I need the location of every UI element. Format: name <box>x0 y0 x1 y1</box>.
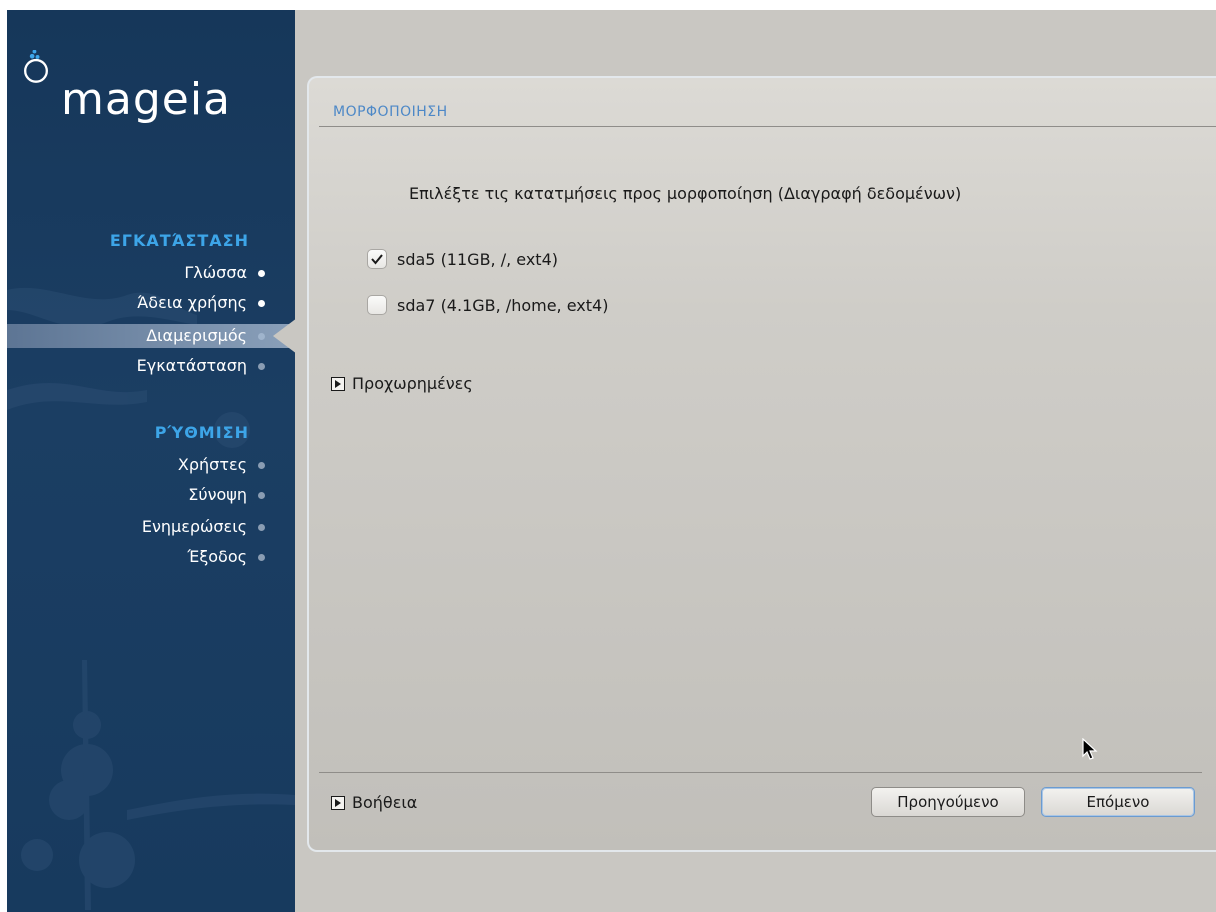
mageia-logo: mageia <box>19 50 289 125</box>
help-expander[interactable]: Βοήθεια <box>331 793 417 812</box>
step-done-dot-icon <box>258 300 265 307</box>
mageia-logo-icon <box>24 50 48 83</box>
panel-header: ΜΟΡΦΟΠΟΙΗΣΗ <box>319 88 1216 127</box>
sidebar-item-exit: Έξοδος <box>7 545 295 569</box>
expander-arrow-icon <box>331 376 345 391</box>
previous-button[interactable]: Προηγούμενο <box>871 787 1025 817</box>
footer-divider <box>319 772 1202 773</box>
advanced-label: Προχωρημένες <box>352 374 473 393</box>
sidebar: mageia ΕΓΚΑΤΆΣΤΑΣΗ Γλώσσα Άδεια χρήσης Δ… <box>7 10 295 912</box>
page-title: ΜΟΡΦΟΠΟΙΗΣΗ <box>333 104 448 120</box>
sidebar-section-config: ΡΎΘΜΙΣΗ <box>154 423 249 442</box>
partition-label: sda7 (4.1GB, /home, ext4) <box>397 295 609 315</box>
expander-arrow-icon <box>331 795 345 810</box>
partition-label: sda5 (11GB, /, ext4) <box>397 249 558 269</box>
partition-row-sda7[interactable]: sda7 (4.1GB, /home, ext4) <box>367 292 608 318</box>
sidebar-item-label: Άδεια χρήσης <box>137 293 247 312</box>
sidebar-item-label: Ενημερώσεις <box>141 517 247 536</box>
sidebar-item-installation: Εγκατάσταση <box>7 354 295 378</box>
step-pending-dot-icon <box>258 462 265 469</box>
step-done-dot-icon <box>258 270 265 277</box>
partition-row-sda5[interactable]: sda5 (11GB, /, ext4) <box>367 246 558 272</box>
step-pending-dot-icon <box>258 492 265 499</box>
sidebar-item-summary: Σύνοψη <box>7 483 295 507</box>
sidebar-item-users: Χρήστες <box>7 453 295 477</box>
sidebar-item-partitioning: Διαμερισμός <box>7 318 295 354</box>
step-pending-dot-icon <box>258 363 265 370</box>
advanced-expander[interactable]: Προχωρημένες <box>331 374 473 393</box>
installer-screen: mageia ΕΓΚΑΤΆΣΤΑΣΗ Γλώσσα Άδεια χρήσης Δ… <box>7 10 1216 912</box>
sidebar-item-label: Έξοδος <box>187 547 247 566</box>
sidebar-item-updates: Ενημερώσεις <box>7 515 295 539</box>
step-pending-dot-icon <box>258 524 265 531</box>
step-active-dot-icon <box>258 333 265 340</box>
step-pending-dot-icon <box>258 554 265 561</box>
sidebar-item-label: Διαμερισμός <box>146 326 247 345</box>
sidebar-item-language: Γλώσσα <box>7 261 295 285</box>
sidebar-item-label: Γλώσσα <box>184 263 247 282</box>
partition-checkbox-sda7[interactable] <box>367 295 387 315</box>
sidebar-item-license: Άδεια χρήσης <box>7 291 295 315</box>
top-strip <box>0 0 1216 10</box>
mageia-wordmark: mageia <box>61 74 232 125</box>
sidebar-item-label: Εγκατάσταση <box>136 356 247 375</box>
checkmark-icon <box>371 254 383 265</box>
format-panel: ΜΟΡΦΟΠΟΙΗΣΗ Επιλέξτε τις κατατμήσεις προ… <box>307 76 1216 852</box>
help-label: Βοήθεια <box>352 793 418 812</box>
sidebar-item-label: Χρήστες <box>177 455 247 474</box>
next-button[interactable]: Επόμενο <box>1041 787 1195 817</box>
sidebar-section-install: ΕΓΚΑΤΆΣΤΑΣΗ <box>109 231 249 250</box>
partition-checkbox-sda5[interactable] <box>367 249 387 269</box>
instruction-text: Επιλέξτε τις κατατμήσεις προς μορφοποίησ… <box>409 184 962 203</box>
mouse-pointer-icon <box>1082 738 1098 760</box>
sidebar-item-label: Σύνοψη <box>188 485 247 504</box>
